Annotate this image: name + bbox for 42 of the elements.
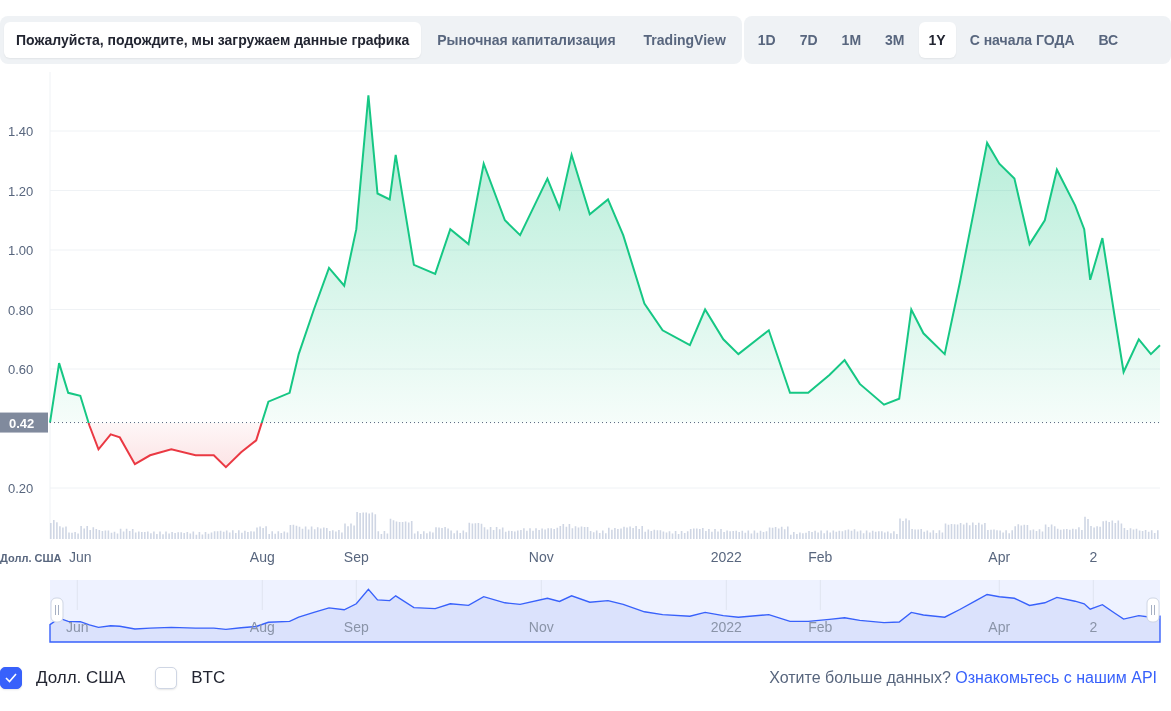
x-axis-label: 2022 <box>710 549 742 565</box>
x-axis-label: Sep <box>343 549 369 565</box>
y-axis-label: 1.20 <box>8 183 34 199</box>
x-axis-label: Jun <box>69 549 92 565</box>
range-tab[interactable]: С начала ГОДА <box>959 22 1085 58</box>
y-axis-label: 1.00 <box>8 243 34 258</box>
range-tab[interactable]: 3M <box>875 22 915 58</box>
navigator-label: Nov <box>528 619 554 635</box>
navigator-label: Feb <box>808 619 833 635</box>
currency-label: Долл. США <box>36 668 126 688</box>
y-axis-label: 1.40 <box>8 124 34 139</box>
y-axis-label: 0.20 <box>8 481 34 496</box>
axis-unit-label: Долл. США <box>0 552 62 564</box>
right-handle[interactable] <box>1146 597 1160 623</box>
navigator-label: Sep <box>343 619 369 635</box>
chart-tab[interactable]: Пожалуйста, подождите, мы загружаем данные графика <box>4 22 422 58</box>
x-axis-label: 2 <box>1089 549 1098 565</box>
chart-tab[interactable]: Рыночная капитализация <box>425 22 628 58</box>
navigator-label: Jun <box>66 619 89 635</box>
navigator-label: 2022 <box>710 619 742 635</box>
x-axis-label: Feb <box>808 549 833 565</box>
current-price-tag <box>0 412 48 433</box>
checkbox[interactable] <box>0 667 22 689</box>
x-axis-label: Aug <box>249 549 275 565</box>
check-icon <box>5 673 17 683</box>
left-handle[interactable] <box>50 597 64 623</box>
range-tab[interactable]: 1M <box>831 22 872 58</box>
range-tab[interactable]: ВС <box>1088 22 1129 58</box>
current-price-label: 0.42 <box>9 415 35 431</box>
y-axis-label: 0.80 <box>8 302 34 318</box>
api-link[interactable]: Ознакомьтесь с нашим API <box>955 669 1157 686</box>
chart-tab[interactable]: TradingView <box>631 22 738 58</box>
navigator-label: 2 <box>1089 619 1098 635</box>
x-axis-label: Nov <box>528 549 554 565</box>
range-tab[interactable]: 7D <box>789 22 828 58</box>
navigator-label: Apr <box>988 619 1011 635</box>
range-tab[interactable]: 1Y <box>918 22 956 58</box>
y-axis-label: 0.60 <box>8 362 34 377</box>
currency-label: BTC <box>191 668 226 688</box>
api-prompt-text: Хотите больше данных? <box>769 669 951 686</box>
range-tab[interactable]: 1D <box>747 22 786 58</box>
x-axis-label: Apr <box>988 549 1011 565</box>
